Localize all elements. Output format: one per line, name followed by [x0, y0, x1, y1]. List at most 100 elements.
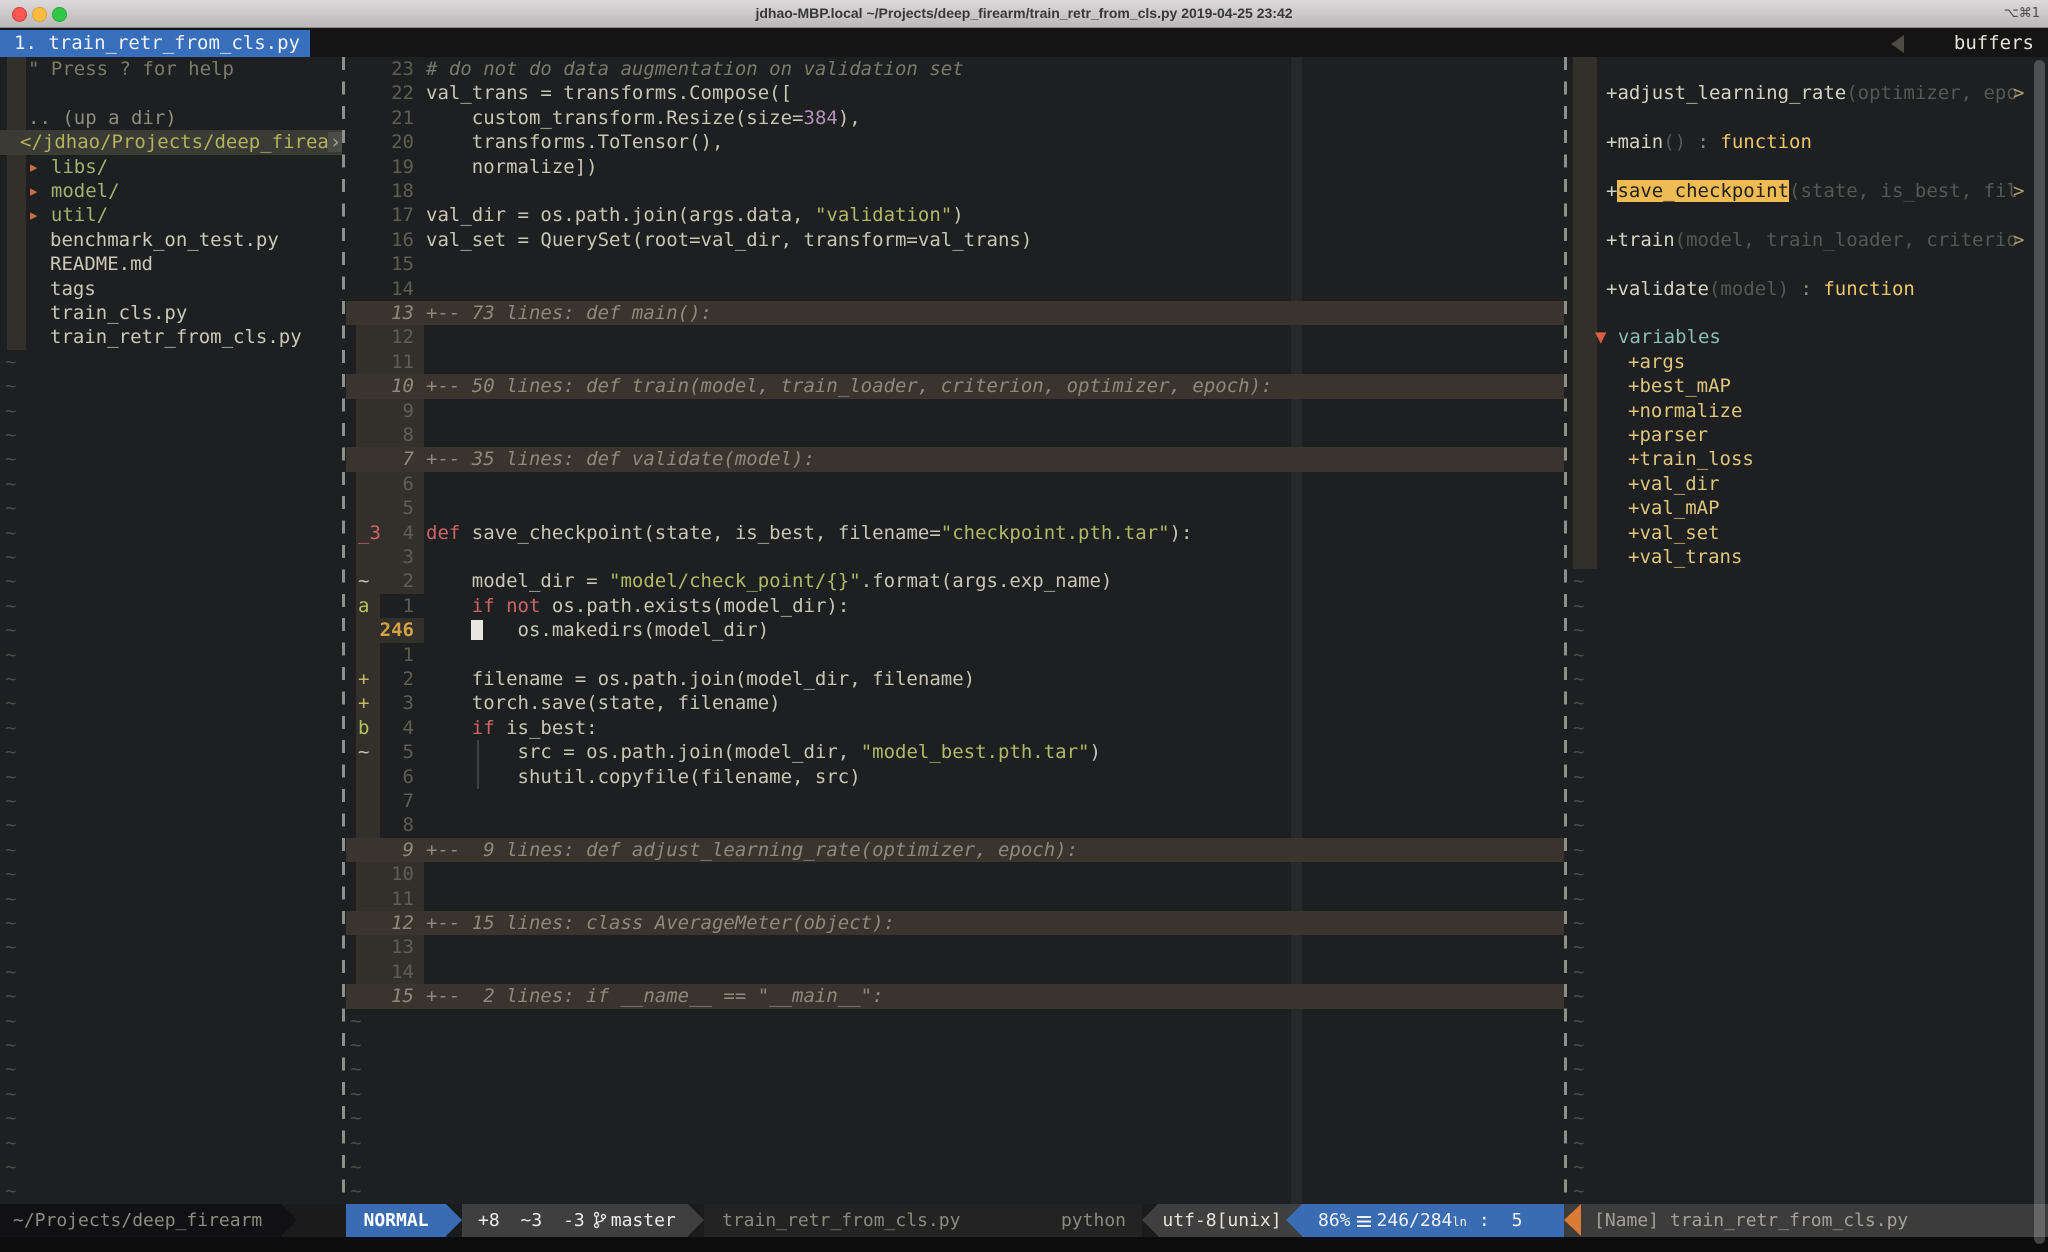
code-line[interactable]: 11: [346, 350, 1564, 374]
tagbar-item-train[interactable]: +train(model, train_loader, criterio>: [1568, 228, 2048, 252]
tagbar-item-adjust_learning_rate[interactable]: +adjust_learning_rate(optimizer, epo>: [1568, 81, 2048, 105]
tilde-marker: ~: [1573, 1010, 1584, 1032]
code-line[interactable]: 9: [346, 399, 1564, 423]
nerdtree-item-libs[interactable]: ▸ libs/: [0, 155, 342, 179]
code-line[interactable]: a1 if not os.path.exists(model_dir):: [346, 594, 1564, 618]
code-fold-line[interactable]: 7+-- 35 lines: def validate(model):: [346, 447, 1564, 471]
code-line[interactable]: +3 torch.save(state, filename): [346, 691, 1564, 715]
nerdtree-item-util[interactable]: ▸ util/: [0, 203, 342, 227]
tilde-marker: ~: [1573, 570, 1584, 592]
code-line[interactable]: 8: [346, 813, 1564, 837]
tagbar-item-val_mAP[interactable]: +val_mAP: [1568, 496, 2048, 520]
window-separator[interactable]: [342, 57, 345, 1204]
nerdtree-item-tags[interactable]: tags: [0, 277, 342, 301]
code-line[interactable]: 7: [346, 789, 1564, 813]
code-line[interactable]: 5: [346, 496, 1564, 520]
statusline-filetype: python: [1061, 1204, 1126, 1237]
code-line[interactable]: 17val_dir = os.path.join(args.data, "val…: [346, 203, 1564, 227]
tagbar-section-variables[interactable]: ▼ variables: [1568, 325, 2048, 349]
code-line[interactable]: 22val_trans = transforms.Compose([: [346, 81, 1564, 105]
code-line[interactable]: 14: [346, 960, 1564, 984]
code-line[interactable]: 23# do not do data augmentation on valid…: [346, 57, 1564, 81]
nerdtree-item-root[interactable]: </jdhao/Projects/deep_firear›: [0, 130, 342, 154]
nerdtree-empty-line: ~: [0, 545, 342, 569]
nerdtree-item-updir[interactable]: .. (up a dir): [0, 106, 342, 130]
code-line[interactable]: 6 shutil.copyfile(filename, src): [346, 765, 1564, 789]
dir-name: util/: [51, 204, 108, 226]
code-line[interactable]: 12: [346, 325, 1564, 349]
nerdtree-empty-line: ~: [0, 691, 342, 715]
code-line[interactable]: 16val_set = QuerySet(root=val_dir, trans…: [346, 228, 1564, 252]
line-number: 5: [358, 496, 414, 520]
code-line[interactable]: 11: [346, 887, 1564, 911]
tilde-marker: ~: [5, 424, 16, 446]
code-line[interactable]: _34def save_checkpoint(state, is_best, f…: [346, 521, 1564, 545]
tilde-marker: ~: [5, 1010, 16, 1032]
code-line[interactable]: ~5 src = os.path.join(model_dir, "model_…: [346, 740, 1564, 764]
nerdtree-empty-line: ~: [0, 960, 342, 984]
code-line[interactable]: ~2 model_dir = "model/check_point/{}".fo…: [346, 569, 1564, 593]
nerdtree-empty-line: ~: [0, 472, 342, 496]
code-line[interactable]: 20 transforms.ToTensor(),: [346, 130, 1564, 154]
tagbar-item-val_dir[interactable]: +val_dir: [1568, 472, 2048, 496]
code-line[interactable]: 246 os.makedirs(model_dir): [346, 618, 1564, 642]
truncation-arrow-icon: ›: [328, 132, 342, 152]
tilde-marker: ~: [350, 1180, 361, 1202]
buffers-label[interactable]: buffers: [1954, 30, 2034, 57]
nerdtree-empty-line: ~: [0, 594, 342, 618]
nerdtree-empty-line: ~: [0, 789, 342, 813]
tagbar-item-validate[interactable]: +validate(model) : function: [1568, 277, 2048, 301]
truncation-arrow-icon: >: [2013, 228, 2024, 252]
line-number: 11: [358, 887, 414, 911]
code-fold-line[interactable]: 9+-- 9 lines: def adjust_learning_rate(o…: [346, 838, 1564, 862]
tilde-marker: ~: [5, 1034, 16, 1056]
window-separator[interactable]: [1564, 57, 1567, 1204]
code-line[interactable]: 1: [346, 643, 1564, 667]
nerdtree-item-train_cls.py[interactable]: train_cls.py: [0, 301, 342, 325]
nerdtree-item-train_retr_from_cls.py[interactable]: train_retr_from_cls.py: [0, 325, 342, 349]
code-text: custom_transform.Resize(size=384),: [426, 106, 861, 130]
code-line[interactable]: b4 if is_best:: [346, 716, 1564, 740]
file-name: tags: [50, 278, 96, 300]
tilde-marker: ~: [5, 839, 16, 861]
code-line[interactable]: 10: [346, 862, 1564, 886]
code-fold-line[interactable]: 13+-- 73 lines: def main():: [346, 301, 1564, 325]
scroll-percent: 86%: [1318, 1210, 1351, 1231]
tagbar-item-best_mAP[interactable]: +best_mAP: [1568, 374, 2048, 398]
code-line[interactable]: 14: [346, 277, 1564, 301]
tab-current-buffer[interactable]: 1. train_retr_from_cls.py: [0, 30, 310, 57]
code-line[interactable]: 13: [346, 935, 1564, 959]
tilde-marker: ~: [1573, 1132, 1584, 1154]
code-line[interactable]: 6: [346, 472, 1564, 496]
statusline-filename: train_retr_from_cls.py: [722, 1204, 960, 1237]
nerdtree-item-benchmark_on_test.py[interactable]: benchmark_on_test.py: [0, 228, 342, 252]
code-fold-line[interactable]: 10+-- 50 lines: def train(model, train_l…: [346, 374, 1564, 398]
tagbar-item-normalize[interactable]: +normalize: [1568, 399, 2048, 423]
nerdtree-item-help[interactable]: " Press ? for help: [0, 57, 342, 81]
statusline-tagbar-name: [Name] train_retr_from_cls.py: [1564, 1204, 2048, 1237]
nerdtree-item-README.md[interactable]: README.md: [0, 252, 342, 276]
nerdtree-item-model[interactable]: ▸ model/: [0, 179, 342, 203]
code-line[interactable]: +2 filename = os.path.join(model_dir, fi…: [346, 667, 1564, 691]
code-fold-line[interactable]: 12+-- 15 lines: class AverageMeter(objec…: [346, 911, 1564, 935]
code-line[interactable]: 3: [346, 545, 1564, 569]
tagbar-item-save_checkpoint[interactable]: +save_checkpoint(state, is_best, fil>: [1568, 179, 2048, 203]
tagbar-item-val_set[interactable]: +val_set: [1568, 521, 2048, 545]
code-line[interactable]: 15: [346, 252, 1564, 276]
tagbar-item-main[interactable]: +main() : function: [1568, 130, 2048, 154]
dir-name: model/: [51, 180, 120, 202]
scrollbar[interactable]: [2034, 60, 2045, 1244]
tagbar-item-val_trans[interactable]: +val_trans: [1568, 545, 2048, 569]
tagbar-item-train_loss[interactable]: +train_loss: [1568, 447, 2048, 471]
code-fold-line[interactable]: 15+-- 2 lines: if __name__ == "__main__"…: [346, 984, 1564, 1008]
line-number: 4: [358, 716, 414, 740]
code-window[interactable]: 23# do not do data augmentation on valid…: [346, 57, 1564, 1204]
code-text: normalize]): [426, 155, 598, 179]
code-line[interactable]: 18: [346, 179, 1564, 203]
tagbar-item-parser[interactable]: +parser: [1568, 423, 2048, 447]
code-line[interactable]: 19 normalize]): [346, 155, 1564, 179]
tagbar-empty-line: ~: [1568, 618, 2048, 642]
code-line[interactable]: 8: [346, 423, 1564, 447]
code-line[interactable]: 21 custom_transform.Resize(size=384),: [346, 106, 1564, 130]
tagbar-item-args[interactable]: +args: [1568, 350, 2048, 374]
